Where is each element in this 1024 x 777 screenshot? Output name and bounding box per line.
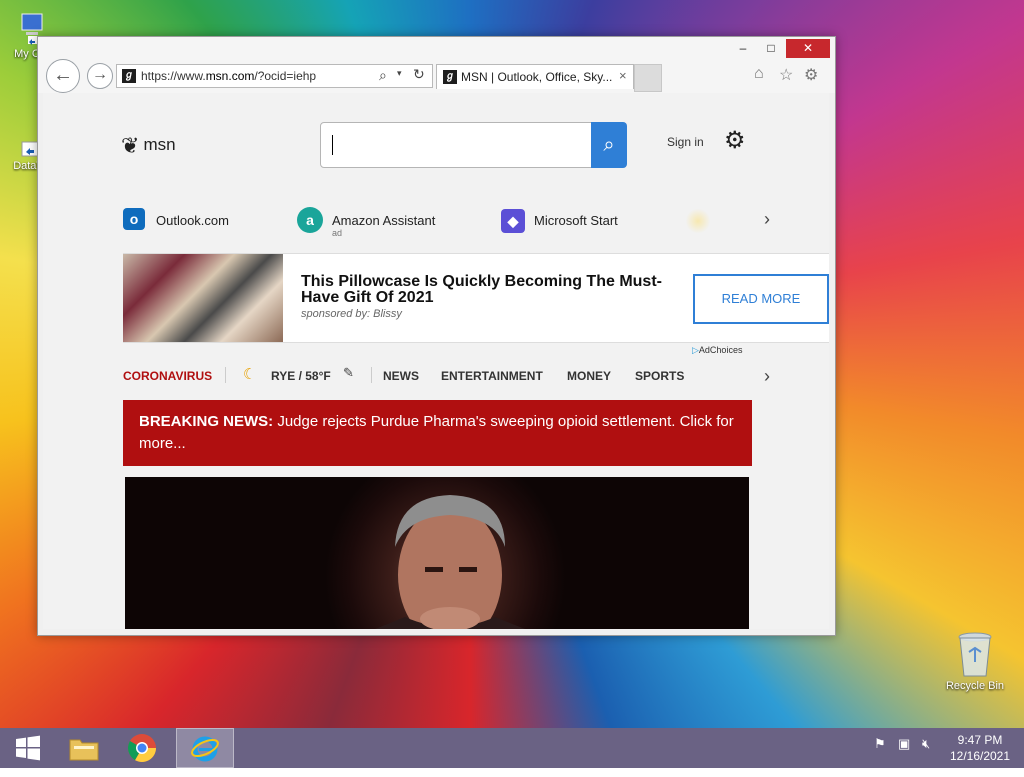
moon-icon: ☾ (243, 366, 257, 383)
chevron-right-icon[interactable]: › (764, 366, 770, 387)
gear-icon[interactable]: ⚙ (724, 126, 746, 155)
internet-explorer-button[interactable] (176, 728, 234, 768)
text-caret (332, 135, 333, 155)
settings-gear-icon[interactable]: ⚙ (804, 65, 818, 85)
nav-divider (225, 367, 226, 383)
desktop-icon-recycle-bin[interactable]: Recycle Bin (940, 630, 1010, 692)
outlook-icon: o (123, 208, 145, 230)
nav-coronavirus[interactable]: CORONAVIRUS (123, 369, 212, 383)
chevron-right-icon[interactable]: › (764, 209, 770, 230)
nav-news[interactable]: NEWS (383, 369, 419, 383)
nav-entertainment[interactable]: ENTERTAINMENT (441, 369, 543, 383)
amazon-assistant-icon: a (297, 207, 323, 233)
forward-button[interactable]: → (87, 63, 113, 89)
sign-in-link[interactable]: Sign in (667, 135, 704, 149)
tab-close-icon[interactable]: × (619, 68, 627, 83)
adchoices-icon: ▷ (692, 345, 699, 355)
clock-date: 12/16/2021 (949, 749, 1011, 763)
search-icon[interactable]: ⌕ (379, 67, 387, 84)
dropdown-icon[interactable]: ▾ (397, 68, 402, 79)
edit-pencil-icon[interactable]: ✎ (343, 365, 354, 381)
nav-fade (698, 363, 752, 385)
url-suffix: /?ocid=iehp (254, 69, 317, 83)
clock-time: 9:47 PM (957, 733, 1003, 747)
adchoices-label: AdChoices (698, 345, 743, 355)
msn-favicon-icon: ℊ (122, 69, 136, 83)
search-input[interactable] (320, 122, 592, 168)
folder-icon (69, 739, 99, 761)
tab-msn[interactable]: ℊ MSN | Outlook, Office, Sky... × (436, 64, 634, 89)
hero-photo (375, 495, 525, 629)
internet-explorer-icon (191, 736, 219, 762)
msn-logo-text: msn (143, 135, 176, 154)
taskbar-clock[interactable]: 9:47 PM 12/16/2021 (944, 732, 1016, 764)
hero-image[interactable] (125, 477, 749, 629)
search-button[interactable]: ⌕ (591, 122, 627, 168)
windows-logo-icon (16, 735, 40, 761)
breaking-news-text: BREAKING NEWS: Judge rejects Purdue Phar… (139, 411, 739, 455)
breaking-news-label: BREAKING NEWS: (139, 413, 274, 430)
browser-window: – □ ✕ ← → ℊ https://www.msn.com/?ocid=ie… (37, 36, 836, 636)
forward-arrow-icon: → (92, 66, 108, 83)
chrome-button[interactable] (114, 728, 170, 768)
quicklink-amazon-assistant[interactable]: Amazon Assistant (332, 213, 435, 228)
adchoices-link[interactable]: ▷AdChoices (692, 345, 742, 356)
refresh-icon[interactable]: ↻ (413, 66, 425, 83)
tab-title: MSN | Outlook, Office, Sky... (461, 70, 613, 84)
file-explorer-button[interactable] (56, 728, 112, 768)
sponsored-ad[interactable]: This Pillowcase Is Quickly Becoming The … (123, 253, 829, 343)
title-bar: – □ ✕ ← → ℊ https://www.msn.com/?ocid=ie… (38, 37, 835, 93)
ad-title[interactable]: This Pillowcase Is Quickly Becoming The … (301, 274, 681, 306)
breaking-news-banner[interactable]: BREAKING NEWS: Judge rejects Purdue Phar… (123, 400, 752, 466)
ad-sponsor: sponsored by: Blissy (301, 308, 402, 320)
address-url: https://www.msn.com/?ocid=iehp (141, 69, 316, 83)
quicklink-outlook[interactable]: Outlook.com (156, 213, 229, 228)
new-tab-button[interactable] (634, 64, 662, 92)
minimize-button[interactable]: – (730, 39, 756, 58)
nav-money[interactable]: MONEY (567, 369, 611, 383)
address-bar[interactable]: ℊ https://www.msn.com/?ocid=iehp ⌕ ▾ ↻ (116, 64, 433, 88)
recycle-bin-icon (958, 632, 992, 677)
start-button[interactable] (0, 728, 56, 768)
close-button[interactable]: ✕ (786, 39, 830, 58)
home-icon[interactable]: ⌂ (754, 65, 764, 83)
url-domain: msn.com (205, 69, 255, 83)
search-icon: ⌕ (603, 134, 615, 156)
back-arrow-icon: ← (53, 64, 73, 86)
maximize-button[interactable]: □ (758, 39, 784, 58)
network-icon[interactable]: ▣ (898, 736, 910, 752)
chrome-icon (128, 734, 156, 762)
favorites-star-icon[interactable]: ☆ (779, 65, 793, 85)
taskbar: ⚑ ▣ 🔇︎ 9:47 PM 12/16/2021 (0, 728, 1024, 768)
desktop-icon-label: Recycle Bin (945, 680, 1005, 692)
quicklink-microsoft-start[interactable]: Microsoft Start (534, 213, 618, 228)
msn-butterfly-icon: ❦ (121, 133, 140, 158)
nav-weather[interactable]: RYE / 58°F (271, 369, 331, 383)
ad-image[interactable] (123, 254, 283, 342)
read-more-button[interactable]: READ MORE (693, 274, 829, 324)
volume-muted-icon[interactable]: 🔇︎ (922, 736, 930, 752)
nav-divider (371, 367, 372, 383)
action-center-flag-icon[interactable]: ⚑ (874, 736, 886, 752)
msn-logo[interactable]: ❦ msn (121, 133, 176, 159)
ad-label: ad (332, 228, 343, 238)
url-prefix: https://www. (141, 69, 206, 83)
msn-favicon-icon: ℊ (443, 70, 457, 84)
back-button[interactable]: ← (46, 59, 80, 93)
microsoft-start-icon: ◆ (501, 209, 525, 233)
quicklink-partial-icon[interactable] (685, 209, 711, 233)
nav-sports[interactable]: SPORTS (635, 369, 684, 383)
page-content: ❦ msn ⌕ Sign in ⚙ o Outlook.com a Amazon … (43, 93, 829, 629)
